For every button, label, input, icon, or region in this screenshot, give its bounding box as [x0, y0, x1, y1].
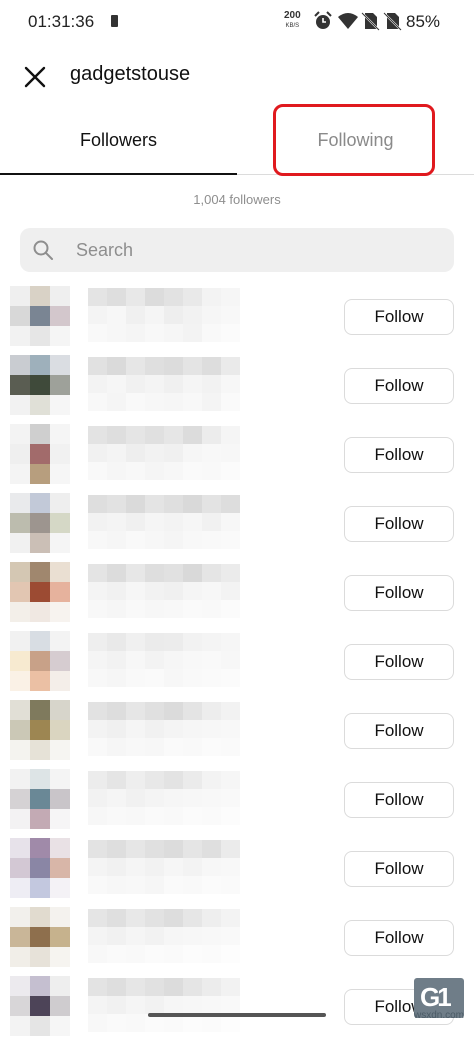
avatar[interactable] [10, 493, 70, 553]
avatar[interactable] [10, 700, 70, 760]
status-time: 01:31:36 [28, 12, 95, 31]
network-speed: 200 KB/S [284, 11, 301, 31]
username-blurred[interactable] [88, 357, 240, 411]
avatar[interactable] [10, 838, 70, 898]
username-blurred[interactable] [88, 909, 240, 963]
tab-followers[interactable]: Followers [0, 106, 237, 175]
battery-saver-icon [111, 15, 118, 27]
avatar[interactable] [10, 286, 70, 346]
list-item: Follow [0, 489, 474, 558]
follow-button[interactable]: Follow [344, 851, 454, 887]
username-blurred[interactable] [88, 633, 240, 687]
header: gadgetstouse [0, 44, 474, 106]
watermark-text: wsxdn.com [414, 1010, 465, 1021]
list-item: Follow [0, 834, 474, 903]
list-item: Follow [0, 765, 474, 834]
follow-button[interactable]: Follow [344, 782, 454, 818]
username-blurred[interactable] [88, 426, 240, 480]
list-item: Follow [0, 903, 474, 972]
list-item: Follow [0, 282, 474, 351]
follow-button[interactable]: Follow [344, 644, 454, 680]
alarm-icon [314, 11, 332, 29]
avatar[interactable] [10, 976, 70, 1036]
network-speed-value: 200 [284, 10, 301, 21]
avatar[interactable] [10, 424, 70, 484]
avatar[interactable] [10, 907, 70, 967]
avatar[interactable] [10, 769, 70, 829]
username-blurred[interactable] [88, 840, 240, 894]
network-speed-unit: KB/S [285, 23, 300, 29]
follow-button[interactable]: Follow [344, 299, 454, 335]
page-title: gadgetstouse [70, 63, 191, 85]
follow-button[interactable]: Follow [344, 575, 454, 611]
status-bar: 01:31:36 200 KB/S 85% [0, 0, 474, 44]
username-blurred[interactable] [88, 564, 240, 618]
follow-button[interactable]: Follow [344, 713, 454, 749]
list-item: Follow [0, 351, 474, 420]
close-icon[interactable] [22, 64, 48, 90]
following-tab-highlight [273, 104, 435, 176]
avatar[interactable] [10, 562, 70, 622]
battery-percentage: 85% [406, 12, 441, 31]
avatar[interactable] [10, 355, 70, 415]
username-blurred[interactable] [88, 702, 240, 756]
search-input[interactable]: Search [20, 228, 454, 272]
list-item: Follow [0, 972, 474, 1041]
followers-count: 1,004 followers [193, 192, 281, 207]
list-item: Follow [0, 627, 474, 696]
follow-button[interactable]: Follow [344, 920, 454, 956]
list-item: Follow [0, 558, 474, 627]
follow-button[interactable]: Follow [344, 437, 454, 473]
username-blurred[interactable] [88, 288, 240, 342]
follow-button[interactable]: Follow [344, 506, 454, 542]
active-tab-indicator [0, 173, 237, 175]
username-blurred[interactable] [88, 771, 240, 825]
followers-list: Follow Follow Follow Follow Follow Follow Foll… [0, 282, 474, 1041]
username-blurred[interactable] [88, 495, 240, 549]
tab-followers-label: Followers [79, 129, 158, 150]
follow-button[interactable]: Follow [344, 368, 454, 404]
home-indicator [148, 1013, 326, 1017]
list-item: Follow [0, 420, 474, 489]
no-sim-icon [361, 12, 380, 31]
search-icon [33, 240, 53, 260]
list-item: Follow [0, 696, 474, 765]
search-placeholder: Search [76, 240, 134, 260]
wifi-icon [338, 13, 358, 29]
avatar[interactable] [10, 631, 70, 691]
no-sim-icon [383, 12, 402, 31]
